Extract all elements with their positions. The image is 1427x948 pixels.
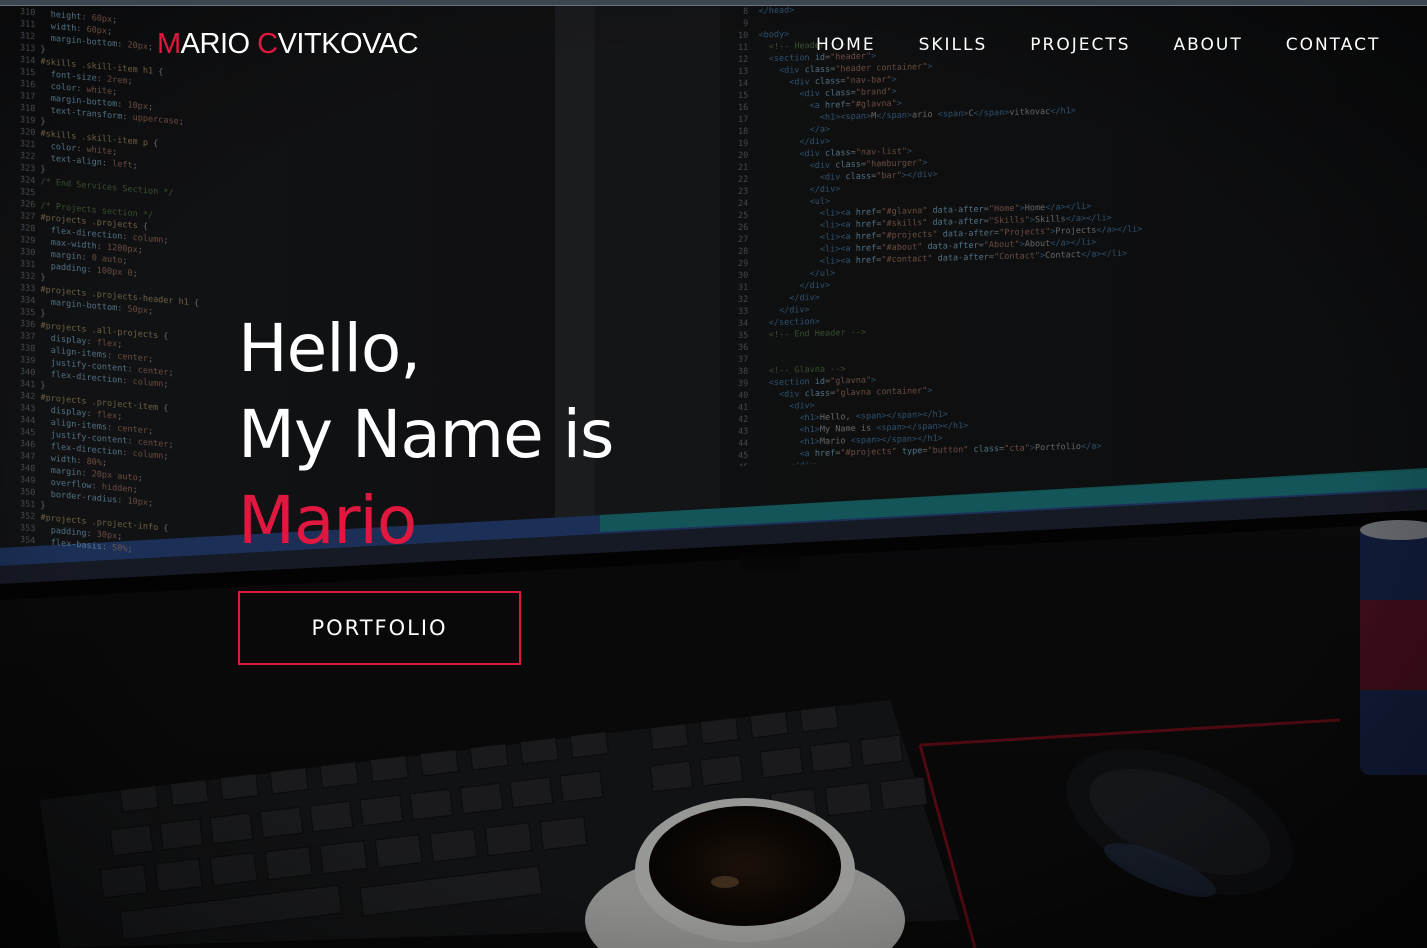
intro-name-prefix: My Name is <box>238 396 614 473</box>
hero-section: 310 height: 60px; 311 width: 60px; 312 m… <box>0 0 1427 948</box>
brand-last-rest: VITKOVAC <box>277 28 419 60</box>
nav-contact[interactable]: CONTACT <box>1286 35 1381 55</box>
brand-first-rest: ARIO <box>180 28 258 60</box>
browser-top-strip <box>0 0 1427 6</box>
intro-block: Hello, My Name is Mario <box>238 306 614 564</box>
portfolio-button[interactable]: PORTFOLIO <box>238 591 521 665</box>
main-nav: HOME SKILLS PROJECTS ABOUT CONTACT <box>816 35 1380 55</box>
brand-first-initial: M <box>157 28 181 60</box>
nav-skills[interactable]: SKILLS <box>919 35 988 55</box>
nav-projects[interactable]: PROJECTS <box>1030 35 1130 55</box>
intro-greeting: Hello, <box>238 310 421 387</box>
nav-home[interactable]: HOME <box>816 35 876 55</box>
intro-name: Mario <box>238 482 417 559</box>
nav-about[interactable]: ABOUT <box>1174 35 1243 55</box>
dark-overlay <box>0 0 1427 948</box>
brand-logo[interactable]: MARIO CVITKOVAC <box>157 28 419 61</box>
brand-last-initial: C <box>257 28 278 60</box>
